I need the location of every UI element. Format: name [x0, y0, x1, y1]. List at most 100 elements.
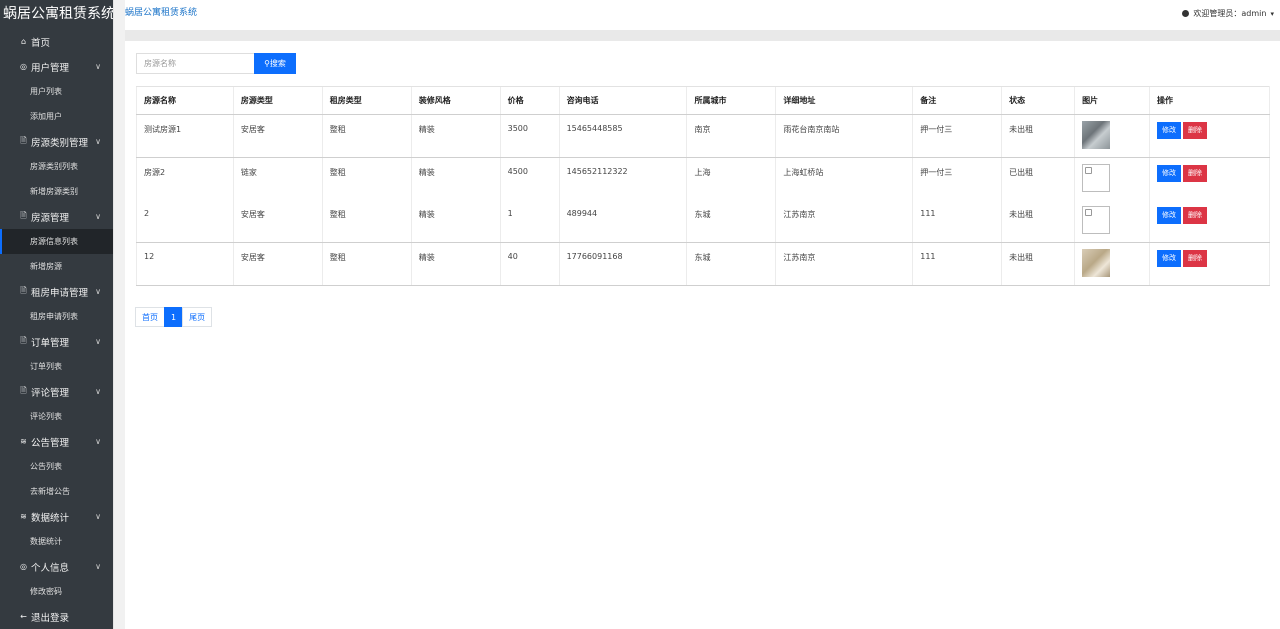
sidebar-item-order-list[interactable]: 订单列表 — [0, 354, 113, 379]
cell-image — [1074, 114, 1150, 158]
sidebar-group-label: 数据统计 — [31, 512, 70, 524]
sidebar-scrollbar[interactable] — [113, 0, 125, 629]
cell-status: 已出租 — [1001, 157, 1075, 200]
sidebar-group-comments[interactable]: 🗎 评论管理 ∨ — [0, 379, 113, 404]
cell-actions: 修改 删除 — [1149, 242, 1270, 286]
sidebar-item-logout[interactable]: ← 退出登录 — [0, 604, 113, 629]
cell-note: 111 — [912, 199, 1002, 243]
cell-status: 未出租 — [1001, 199, 1075, 243]
column-header: 操作 — [1149, 86, 1270, 115]
sidebar-group-label: 订单管理 — [31, 337, 70, 349]
sidebar-item-notice-list[interactable]: 公告列表 — [0, 454, 113, 479]
user-circle-icon: ◎ — [20, 62, 27, 71]
document-icon: 🗎 — [20, 335, 27, 345]
sidebar-group-statistics[interactable]: ≋ 数据统计 ∨ — [0, 504, 113, 529]
sidebar-item-add-user[interactable]: 添加用户 — [0, 104, 113, 129]
breadcrumb[interactable]: 蜗居公寓租赁系统 — [125, 5, 197, 18]
sidebar-item-comment-list[interactable]: 评论列表 — [0, 404, 113, 429]
delete-button[interactable]: 删除 — [1183, 206, 1208, 224]
user-icon — [1182, 10, 1190, 17]
cell-type: 安居客 — [232, 199, 323, 243]
layers-icon: ≋ — [20, 512, 27, 521]
user-menu[interactable]: 欢迎管理员：admin ▾ — [1182, 8, 1274, 19]
delete-button[interactable]: 删除 — [1183, 165, 1208, 182]
edit-button[interactable]: 修改 — [1157, 122, 1182, 139]
column-header: 详细地址 — [775, 86, 913, 115]
cell-address: 江苏南京 — [775, 199, 913, 243]
delete-button[interactable]: 删除 — [1183, 250, 1208, 267]
sidebar-group-label: 用户管理 — [31, 62, 70, 74]
delete-button[interactable]: 删除 — [1183, 122, 1208, 139]
sidebar-group-label: 房源类别管理 — [31, 137, 89, 149]
cell-image — [1074, 242, 1150, 286]
column-header: 房源类型 — [232, 86, 323, 115]
cell-phone: 145652112322 — [558, 157, 687, 200]
cell-rent-type: 整租 — [321, 114, 412, 158]
chevron-down-icon: ∨ — [95, 337, 101, 346]
sidebar-group-profile[interactable]: ◎ 个人信息 ∨ — [0, 554, 113, 579]
table-row: 测试房源1 安居客 整租 精装 3500 15465448585 南京 雨花台南… — [136, 114, 1270, 158]
sidebar-group-label: 个人信息 — [31, 562, 70, 574]
column-header: 图片 — [1074, 86, 1150, 115]
page-link-current[interactable]: 1 — [164, 307, 184, 327]
sidebar-item-apply-list[interactable]: 租房申请列表 — [0, 304, 113, 329]
cell-city: 南京 — [686, 114, 776, 158]
sidebar-item-add-category[interactable]: 新增房源类别 — [0, 179, 113, 204]
sidebar-item-label: 退出登录 — [31, 612, 70, 624]
cell-price: 40 — [499, 242, 560, 286]
sidebar-item-statistics[interactable]: 数据统计 — [0, 529, 113, 554]
document-icon: 🗎 — [20, 135, 27, 145]
user-circle-icon: ◎ — [20, 562, 27, 571]
search-button[interactable]: ⚲搜索 — [254, 53, 296, 74]
chevron-down-icon: ∨ — [95, 62, 101, 71]
house-thumbnail — [1082, 249, 1111, 277]
sidebar-item-add-house[interactable]: 新增房源 — [0, 254, 113, 279]
header-divider-band — [125, 30, 1280, 41]
last-page-link[interactable]: 尾页 — [182, 307, 213, 327]
cell-actions: 修改 删除 — [1149, 114, 1270, 158]
app-brand: 蜗居公寓租赁系统 — [3, 6, 113, 22]
chevron-down-icon: ∨ — [95, 137, 101, 146]
sidebar-group-label: 房源管理 — [31, 212, 70, 224]
document-icon: 🗎 — [20, 285, 27, 295]
sidebar-group-label: 评论管理 — [31, 387, 70, 399]
cell-phone: 15465448585 — [558, 114, 687, 158]
cell-phone: 489944 — [558, 199, 687, 243]
edit-button[interactable]: 修改 — [1157, 165, 1182, 182]
table-header-row: 房源名称 房源类型 租房类型 装修风格 价格 咨询电话 所属城市 详细地址 备注… — [136, 86, 1270, 115]
cell-city: 上海 — [686, 157, 776, 200]
layers-icon: ≋ — [20, 437, 27, 446]
sidebar-item-house-list[interactable]: 房源信息列表 — [0, 229, 113, 254]
cell-address: 江苏南京 — [775, 242, 913, 286]
first-page-link[interactable]: 首页 — [135, 307, 165, 327]
chevron-down-icon: ∨ — [95, 562, 101, 571]
chevron-down-icon: ∨ — [95, 287, 101, 296]
cell-note: 111 — [912, 242, 1002, 286]
sidebar-group-rent-apply[interactable]: 🗎 租房申请管理 ∨ — [0, 279, 113, 304]
document-icon: 🗎 — [20, 385, 27, 395]
house-table: 房源名称 房源类型 租房类型 装修风格 价格 咨询电话 所属城市 详细地址 备注… — [136, 86, 1270, 286]
cell-actions: 修改 删除 — [1149, 157, 1270, 200]
column-header: 装修风格 — [410, 86, 501, 115]
sidebar-item-user-list[interactable]: 用户列表 — [0, 79, 113, 104]
edit-button[interactable]: 修改 — [1157, 206, 1182, 224]
cell-rent-type: 整租 — [321, 157, 412, 200]
edit-button[interactable]: 修改 — [1157, 250, 1182, 267]
search-input[interactable] — [136, 53, 254, 74]
sidebar-item-home[interactable]: ⌂ 首页 — [0, 29, 113, 54]
sidebar-group-users[interactable]: ◎ 用户管理 ∨ — [0, 54, 113, 79]
cell-address: 上海虹桥站 — [775, 157, 913, 200]
sidebar-group-house-category[interactable]: 🗎 房源类别管理 ∨ — [0, 129, 113, 154]
cell-price: 3500 — [499, 114, 560, 158]
cell-name: 测试房源1 — [136, 114, 234, 158]
cell-type: 链家 — [232, 157, 323, 200]
sidebar-group-orders[interactable]: 🗎 订单管理 ∨ — [0, 329, 113, 354]
user-label: 欢迎管理员：admin — [1193, 9, 1267, 18]
sidebar-item-add-notice[interactable]: 去新增公告 — [0, 479, 113, 504]
sidebar-group-notices[interactable]: ≋ 公告管理 ∨ — [0, 429, 113, 454]
cell-phone: 17766091168 — [558, 242, 687, 286]
sidebar-group-house[interactable]: 🗎 房源管理 ∨ — [0, 204, 113, 229]
sidebar-item-change-password[interactable]: 修改密码 — [0, 579, 113, 604]
arrow-left-icon: ← — [20, 612, 27, 621]
sidebar-item-category-list[interactable]: 房源类别列表 — [0, 154, 113, 179]
